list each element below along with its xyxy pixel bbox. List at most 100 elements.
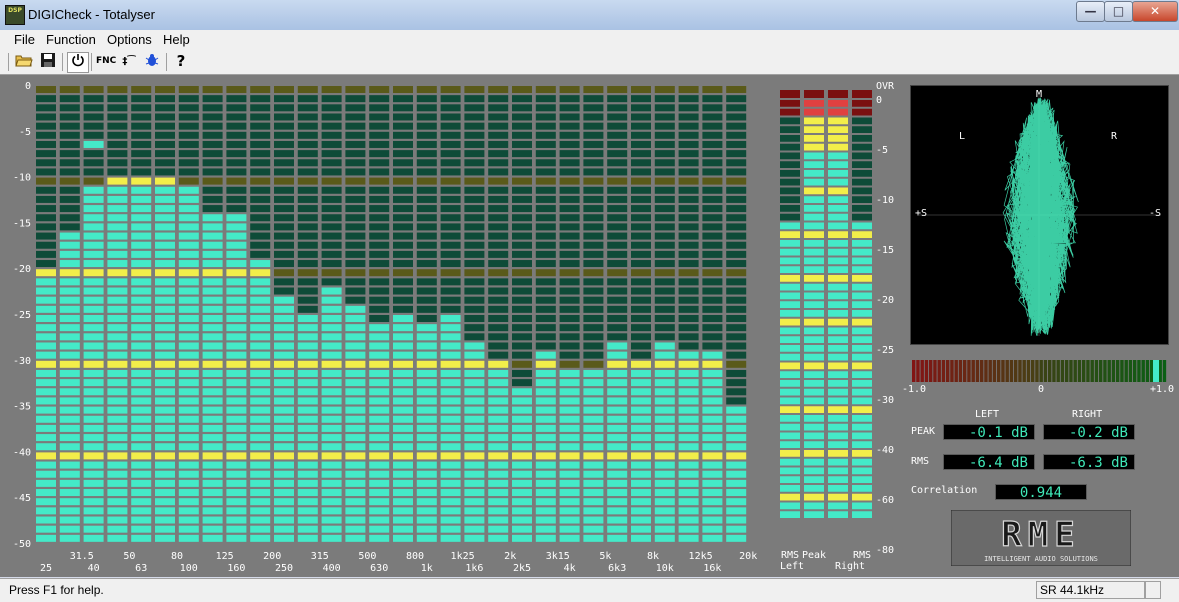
rms-label: RMS bbox=[911, 456, 930, 467]
y-tick-label: -5 bbox=[19, 127, 31, 138]
open-folder-icon[interactable] bbox=[14, 52, 34, 71]
correlation-segment bbox=[1048, 360, 1052, 382]
meter-channel-label: Left bbox=[780, 561, 804, 572]
help-icon[interactable]: ? bbox=[171, 52, 191, 71]
bug-icon[interactable] bbox=[142, 52, 162, 71]
status-bar: Press F1 for help. SR 44.1kHz bbox=[0, 578, 1179, 602]
spectrum-bar bbox=[678, 86, 699, 542]
correlation-segment bbox=[1124, 360, 1128, 382]
spectrum-bar bbox=[607, 86, 628, 542]
correlation-segment bbox=[1077, 360, 1082, 382]
y-tick-label: -40 bbox=[13, 447, 31, 458]
spectrum-bar bbox=[321, 86, 342, 542]
spectrum-bar bbox=[583, 86, 604, 542]
menu-function[interactable]: Function bbox=[46, 32, 96, 47]
correlation-segment bbox=[1060, 360, 1065, 382]
correlation-readout: 0.944 bbox=[995, 484, 1087, 501]
correlation-label: Correlation bbox=[911, 485, 978, 496]
analyzer-area: 0 -5 -10 -15 -20 -25 -30 -35 -40 -45 -50 25 31.5 40 50… bbox=[0, 75, 1179, 577]
maximize-button[interactable]: □ bbox=[1104, 1, 1133, 22]
correlation-segment bbox=[1009, 360, 1014, 382]
x-tick-label: 200 bbox=[263, 551, 281, 562]
correlation-segment bbox=[1014, 360, 1018, 382]
spectrum-bar bbox=[274, 86, 294, 542]
correlation-segment bbox=[1111, 360, 1116, 382]
correlation-segment bbox=[912, 360, 916, 382]
correlation-min-label: -1.0 bbox=[902, 384, 927, 395]
menu-options[interactable]: Options bbox=[107, 32, 152, 47]
correlation-segment bbox=[954, 360, 958, 382]
app-icon[interactable]: DSP bbox=[5, 5, 25, 25]
correlation-segment bbox=[1069, 360, 1073, 382]
spectrum-bar bbox=[702, 86, 723, 542]
correlation-segment bbox=[916, 360, 920, 382]
spectrum-bar bbox=[107, 86, 128, 542]
fnc-icon[interactable]: FNC bbox=[96, 52, 116, 71]
rms-right-readout: -6.3 dB bbox=[1043, 454, 1135, 471]
correlation-segment bbox=[929, 360, 933, 382]
correlation-segment bbox=[1043, 360, 1048, 382]
spectrum-bar bbox=[631, 86, 651, 542]
spectrum-bar bbox=[369, 86, 390, 542]
gonio-label-minus-s: -S bbox=[1149, 208, 1162, 219]
spectrum-bar bbox=[440, 86, 461, 542]
peak-right-readout: -0.2 dB bbox=[1043, 424, 1135, 441]
correlation-segment bbox=[1082, 360, 1086, 382]
x-tick-label: 80 bbox=[171, 551, 183, 562]
correlation-segment bbox=[988, 360, 992, 382]
gonio-label-plus-s: +S bbox=[915, 208, 928, 219]
correlation-segment bbox=[1158, 360, 1162, 382]
correlation-segment bbox=[975, 360, 980, 382]
menu-help[interactable]: Help bbox=[163, 32, 190, 47]
correlation-segment bbox=[1005, 360, 1009, 382]
close-button[interactable]: ✕ bbox=[1132, 1, 1178, 22]
correlation-segment bbox=[1073, 360, 1077, 382]
spectrum-bar bbox=[345, 86, 366, 542]
x-tick-label: 2k bbox=[504, 551, 516, 562]
correlation-mid-label: 0 bbox=[1038, 384, 1045, 395]
correlation-segment bbox=[1086, 360, 1090, 382]
spectrum-bar bbox=[155, 86, 175, 542]
spectrum-bar bbox=[178, 86, 199, 542]
correlation-segment bbox=[1107, 360, 1111, 382]
minimize-button[interactable]: — bbox=[1076, 1, 1105, 22]
spectrum-bar bbox=[559, 86, 580, 542]
title-bar[interactable]: DSP DIGICheck - Totalyser — □ ✕ bbox=[0, 0, 1179, 30]
correlation-segment bbox=[1018, 360, 1022, 382]
spectrum-bar bbox=[131, 86, 152, 542]
power-icon[interactable] bbox=[67, 52, 89, 73]
correlation-segment bbox=[920, 360, 924, 382]
rme-logo-text: RME bbox=[1001, 515, 1080, 555]
meter-label: RMS bbox=[781, 550, 799, 561]
level-meter-column bbox=[804, 90, 824, 518]
level-icon[interactable]: ‡⁀ bbox=[119, 52, 139, 71]
menu-file[interactable]: File bbox=[14, 32, 35, 47]
x-tick-label: 630 bbox=[370, 563, 388, 574]
x-tick-label: 8k bbox=[647, 551, 659, 562]
correlation-segment bbox=[997, 360, 1001, 382]
meter-label: RMS bbox=[853, 550, 871, 561]
status-help-text: Press F1 for help. bbox=[9, 583, 104, 597]
meter-scale-label: -15 bbox=[876, 245, 894, 256]
y-tick-label: -30 bbox=[13, 356, 31, 367]
correlation-segment bbox=[1145, 360, 1150, 382]
correlation-segment bbox=[958, 360, 963, 382]
x-tick-label: 3k15 bbox=[546, 551, 570, 562]
spectrum-bar bbox=[464, 86, 485, 542]
correlation-segment bbox=[1137, 360, 1141, 382]
correlation-segment bbox=[1056, 360, 1060, 382]
correlation-segment bbox=[1120, 360, 1124, 382]
spectrum-bar bbox=[726, 86, 747, 542]
meter-scale-label: -30 bbox=[876, 395, 894, 406]
save-icon[interactable] bbox=[38, 52, 58, 71]
x-tick-label: 63 bbox=[135, 563, 147, 574]
x-tick-label: 25 bbox=[40, 563, 52, 574]
meter-scale-label: -20 bbox=[876, 295, 894, 306]
spectrum-bar bbox=[36, 86, 56, 542]
y-tick-label: -45 bbox=[13, 493, 31, 504]
spectrum-bar bbox=[226, 86, 247, 542]
spectrum-bar bbox=[654, 86, 675, 542]
right-header: RIGHT bbox=[1072, 409, 1103, 420]
correlation-segment bbox=[1094, 360, 1099, 382]
correlation-segment bbox=[1052, 360, 1056, 382]
